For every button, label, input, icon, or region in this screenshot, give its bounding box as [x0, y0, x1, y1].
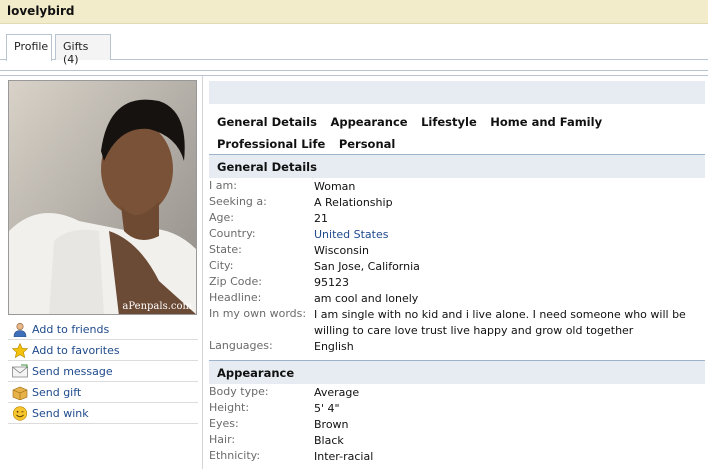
divider: [0, 70, 708, 71]
gift-box-icon: [12, 386, 28, 400]
details-top-bar: [209, 81, 705, 104]
detail-row: Height: 5' 4": [209, 401, 705, 417]
send-gift-button[interactable]: Send gift: [8, 382, 198, 403]
detail-row: Age: 21: [209, 211, 705, 227]
send-message-label: Send message: [32, 365, 113, 378]
detail-value: am cool and lonely: [314, 292, 419, 305]
section-nav: General Details Appearance Lifestyle Hom…: [217, 111, 705, 155]
detail-label: Zip Code:: [209, 275, 262, 288]
detail-label: Height:: [209, 401, 250, 414]
add-to-friends-label: Add to friends: [32, 323, 110, 336]
person-icon: [13, 322, 27, 337]
detail-label: In my own words:: [209, 307, 307, 320]
smiley-icon: [12, 406, 28, 421]
detail-label: Seeking a:: [209, 195, 267, 208]
add-to-favorites-button[interactable]: Add to favorites: [8, 340, 198, 361]
add-to-favorites-label: Add to favorites: [32, 344, 120, 357]
detail-label: Eyes:: [209, 417, 239, 430]
send-gift-label: Send gift: [32, 386, 82, 399]
nav-professional-life[interactable]: Professional Life: [217, 133, 325, 155]
nav-home-and-family[interactable]: Home and Family: [490, 111, 602, 133]
detail-row: Body type: Average: [209, 385, 705, 401]
detail-row: Seeking a: A Relationship: [209, 195, 705, 211]
add-to-friends-button[interactable]: Add to friends: [8, 319, 198, 340]
detail-value: I am single with no kid and i live alone…: [314, 308, 686, 337]
detail-row: City: San Jose, California: [209, 259, 705, 275]
send-wink-button[interactable]: Send wink: [8, 403, 198, 424]
detail-row: Country: United States: [209, 227, 705, 243]
detail-value: Average: [314, 386, 360, 399]
detail-value: Wisconsin: [314, 244, 369, 257]
tab-profile[interactable]: Profile: [6, 34, 52, 61]
detail-row: Hair: Black: [209, 433, 705, 449]
detail-label: I am:: [209, 179, 237, 192]
detail-row: Eyes: Brown: [209, 417, 705, 433]
detail-label: Body type:: [209, 385, 269, 398]
detail-row: Languages: English: [209, 339, 705, 355]
send-message-button[interactable]: Send message: [8, 361, 198, 382]
detail-label: Languages:: [209, 339, 273, 352]
left-column: aPenpals.com Add to friends Add to favor…: [3, 76, 203, 469]
detail-value: Inter-racial: [314, 450, 374, 463]
detail-value: 95123: [314, 276, 349, 289]
envelope-icon: [12, 364, 28, 378]
profile-photo-image: [9, 81, 196, 314]
appearance-header: Appearance: [209, 360, 705, 384]
photo-watermark: aPenpals.com: [122, 301, 192, 312]
country-link[interactable]: United States: [314, 227, 705, 243]
appearance-title: Appearance: [217, 366, 295, 380]
detail-label: Hair:: [209, 433, 236, 446]
detail-value: A Relationship: [314, 196, 393, 209]
detail-label: Age:: [209, 211, 234, 224]
detail-label: Headline:: [209, 291, 262, 304]
send-wink-label: Send wink: [32, 407, 89, 420]
detail-row: In my own words: I am single with no kid…: [209, 307, 705, 339]
detail-value: Black: [314, 434, 344, 447]
detail-label: State:: [209, 243, 242, 256]
general-details-header: General Details: [209, 154, 705, 178]
star-icon: [12, 343, 28, 358]
username: lovelybird: [7, 4, 75, 18]
detail-row: Zip Code: 95123: [209, 275, 705, 291]
detail-label: City:: [209, 259, 234, 272]
detail-value: English: [314, 340, 354, 353]
nav-lifestyle[interactable]: Lifestyle: [421, 111, 477, 133]
detail-value: Woman: [314, 180, 356, 193]
nav-appearance[interactable]: Appearance: [330, 111, 407, 133]
nav-general-details[interactable]: General Details: [217, 111, 317, 133]
detail-row: State: Wisconsin: [209, 243, 705, 259]
detail-row: I am: Woman: [209, 179, 705, 195]
tab-bar: Profile Gifts (4): [0, 34, 708, 66]
detail-value: 5' 4": [314, 402, 340, 415]
profile-photo[interactable]: aPenpals.com: [8, 80, 197, 315]
detail-value: 21: [314, 212, 328, 225]
detail-row: Headline: am cool and lonely: [209, 291, 705, 307]
detail-value: Brown: [314, 418, 349, 431]
detail-row: Ethnicity: Inter-racial: [209, 449, 705, 465]
detail-label: Ethnicity:: [209, 449, 261, 462]
tab-gifts[interactable]: Gifts (4): [55, 34, 111, 66]
profile-title-bar: lovelybird: [0, 0, 708, 24]
general-details-title: General Details: [217, 160, 317, 174]
detail-label: Country:: [209, 227, 256, 240]
nav-personal[interactable]: Personal: [339, 133, 396, 155]
detail-value: San Jose, California: [314, 260, 420, 273]
profile-actions: Add to friends Add to favorites Send mes…: [8, 319, 198, 424]
